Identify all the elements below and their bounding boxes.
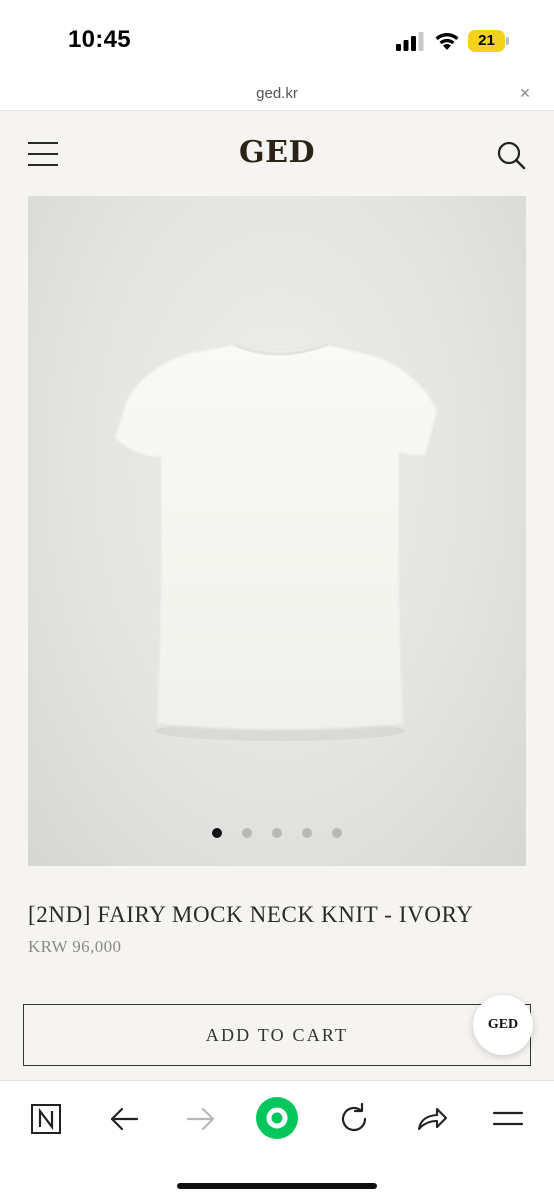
battery-nub: [506, 37, 509, 45]
url-text[interactable]: ged.kr: [0, 85, 554, 102]
green-home-icon[interactable]: [255, 1096, 299, 1140]
carousel-dot[interactable]: [302, 828, 312, 838]
search-icon[interactable]: [496, 140, 526, 170]
site-logo[interactable]: GED: [0, 135, 554, 170]
battery-icon: 21: [468, 30, 510, 52]
product-price: KRW 96,000: [28, 937, 122, 956]
carousel-dot[interactable]: [332, 828, 342, 838]
product-title: [2ND] FAIRY MOCK NECK KNIT - IVORY: [28, 902, 474, 927]
back-arrow-icon[interactable]: [104, 1099, 144, 1139]
carousel-pagination: [28, 828, 526, 840]
status-bar: 10:45 21: [0, 0, 554, 78]
forward-arrow-icon[interactable]: [181, 1099, 221, 1139]
home-indicator: [177, 1183, 377, 1189]
product-photo-knit-top: [113, 342, 439, 741]
reload-icon[interactable]: [334, 1099, 374, 1139]
status-time: 10:45: [68, 26, 131, 53]
cellular-signal-icon: [396, 32, 424, 51]
battery-percentage: 21: [478, 32, 495, 49]
site-header: GED: [0, 111, 554, 196]
carousel-dot[interactable]: [212, 828, 222, 838]
naver-n-icon[interactable]: [26, 1099, 66, 1139]
product-image-carousel[interactable]: [28, 196, 526, 866]
browser-toolbar: [0, 1080, 554, 1200]
carousel-dot[interactable]: [272, 828, 282, 838]
floating-ged-badge[interactable]: GED: [473, 995, 533, 1055]
url-bar[interactable]: ged.kr ×: [0, 78, 554, 111]
share-icon[interactable]: [411, 1099, 451, 1139]
close-icon[interactable]: ×: [515, 83, 535, 104]
menu-icon[interactable]: [488, 1099, 528, 1139]
screen: 10:45 21 ged.kr × GED [2ND] FAIRY MOCK N…: [0, 0, 554, 1200]
carousel-dot[interactable]: [242, 828, 252, 838]
wifi-icon: [435, 33, 459, 50]
add-to-cart-button[interactable]: ADD TO CART: [23, 1004, 531, 1066]
